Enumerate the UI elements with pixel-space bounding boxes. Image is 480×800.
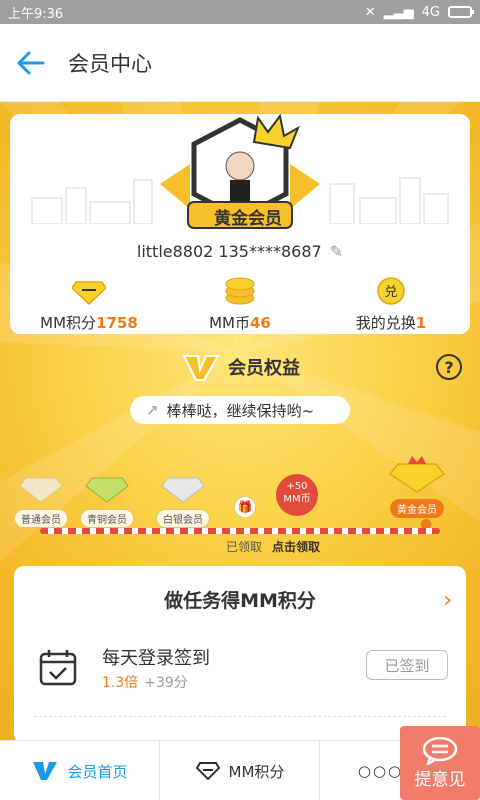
task-reward: 1.3倍 +39分 <box>102 672 188 692</box>
username-phone: little8802 135****8687 <box>136 242 322 261</box>
back-arrow-icon <box>17 51 45 74</box>
level-silver: 白银会员 <box>156 474 210 528</box>
progress-track <box>40 528 440 534</box>
signed-in-button[interactable]: 已签到 <box>366 650 448 680</box>
benefits-title: 会员权益 <box>0 352 480 382</box>
task-card-title: 做任务得MM积分 <box>164 590 316 612</box>
mute-icon: ✕ <box>364 4 376 20</box>
task-row: 每天登录签到 1.3倍 +39分 已签到 <box>38 640 448 700</box>
divider <box>34 716 446 717</box>
stat-label: 我的兑换 <box>355 314 416 332</box>
level-label: 青铜会员 <box>80 509 134 528</box>
v-logo-icon <box>182 355 220 381</box>
claim-button[interactable]: 点击领取 <box>272 538 320 555</box>
stat-my-exchange[interactable]: 兑 我的兑换1 <box>316 276 466 333</box>
edit-icon[interactable]: ✎ <box>330 242 343 261</box>
trend-icon: ↗ <box>146 401 159 419</box>
tab-label: MM积分 <box>228 762 285 781</box>
benefits-title-text: 会员权益 <box>228 358 300 379</box>
stat-value: 1758 <box>96 314 138 332</box>
task-multiplier: 1.3倍 <box>102 675 139 691</box>
level-label: 黄金会员 <box>390 499 444 518</box>
status-bar: 上午9:36 ✕ ▂▃▅ 4G <box>0 0 480 24</box>
stat-label: MM积分 <box>40 314 97 332</box>
coins-icon <box>225 277 255 305</box>
stat-value: 1 <box>415 314 427 332</box>
level-gold: 黄金会员 <box>388 456 446 518</box>
chevron-right-icon[interactable]: › <box>443 588 452 613</box>
diamond-icon <box>19 477 63 503</box>
calendar-check-icon <box>39 650 77 686</box>
feedback-button[interactable]: 提意见 <box>400 726 480 800</box>
help-icon[interactable]: ? <box>436 354 462 380</box>
exchange-icon: 兑 <box>377 277 405 305</box>
user-identity: little8802 135****8687 ✎ <box>10 242 470 261</box>
status-time: 上午9:36 <box>8 6 64 22</box>
crown-diamond-icon <box>388 456 446 493</box>
reward-bubble[interactable]: +50 MM币 <box>276 474 318 516</box>
stat-mm-points[interactable]: MM积分1758 <box>14 276 164 333</box>
more-dots-icon: ○○○ <box>357 762 404 780</box>
diamond-outline-icon <box>195 762 220 781</box>
stat-label: MM币 <box>209 314 250 332</box>
level-label: 普通会员 <box>14 509 68 528</box>
task-points: +39分 <box>144 675 188 691</box>
network-label: 4G <box>421 4 440 20</box>
diamond-icon <box>85 477 129 503</box>
badge-label: 黄金会员 <box>214 209 282 229</box>
tab-member-home[interactable]: 会员首页 <box>0 741 160 800</box>
signal-icon: ▂▃▅ <box>383 4 414 20</box>
diamond-icon <box>161 477 205 503</box>
tab-label: 会员首页 <box>67 762 128 781</box>
task-name: 每天登录签到 <box>102 648 210 669</box>
level-normal: 普通会员 <box>14 474 68 528</box>
diamond-icon <box>72 281 106 306</box>
chat-bubble-icon <box>422 736 458 765</box>
level-label: 白银会员 <box>156 509 210 528</box>
task-card: 做任务得MM积分 › 每天登录签到 1.3倍 +39分 已签到 <box>14 566 466 744</box>
profile-card: 黄金会员 little8802 135****8687 ✎ MM积分1758 M… <box>10 113 470 334</box>
page-title: 会员中心 <box>68 51 152 76</box>
stat-mm-coins[interactable]: MM币46 <box>165 276 315 333</box>
svg-text:兑: 兑 <box>384 285 397 300</box>
slogan-pill: ↗ 棒棒哒，继续保持哟~ <box>130 396 350 424</box>
battery-icon <box>448 6 474 18</box>
app-bar: 会员中心 <box>0 24 480 102</box>
v-logo-icon <box>33 762 58 780</box>
level-bronze: 青铜会员 <box>80 474 134 528</box>
gift-icon: 🎁 <box>234 496 256 518</box>
tab-mm-points[interactable]: MM积分 <box>160 741 320 800</box>
back-button[interactable] <box>0 24 60 102</box>
gold-member-badge: 黄金会员 <box>150 113 330 234</box>
slogan-text: 棒棒哒，继续保持哟~ <box>166 401 315 420</box>
claimed-label: 已领取 <box>226 540 263 554</box>
stat-value: 46 <box>250 314 271 332</box>
feedback-label: 提意见 <box>414 769 466 790</box>
